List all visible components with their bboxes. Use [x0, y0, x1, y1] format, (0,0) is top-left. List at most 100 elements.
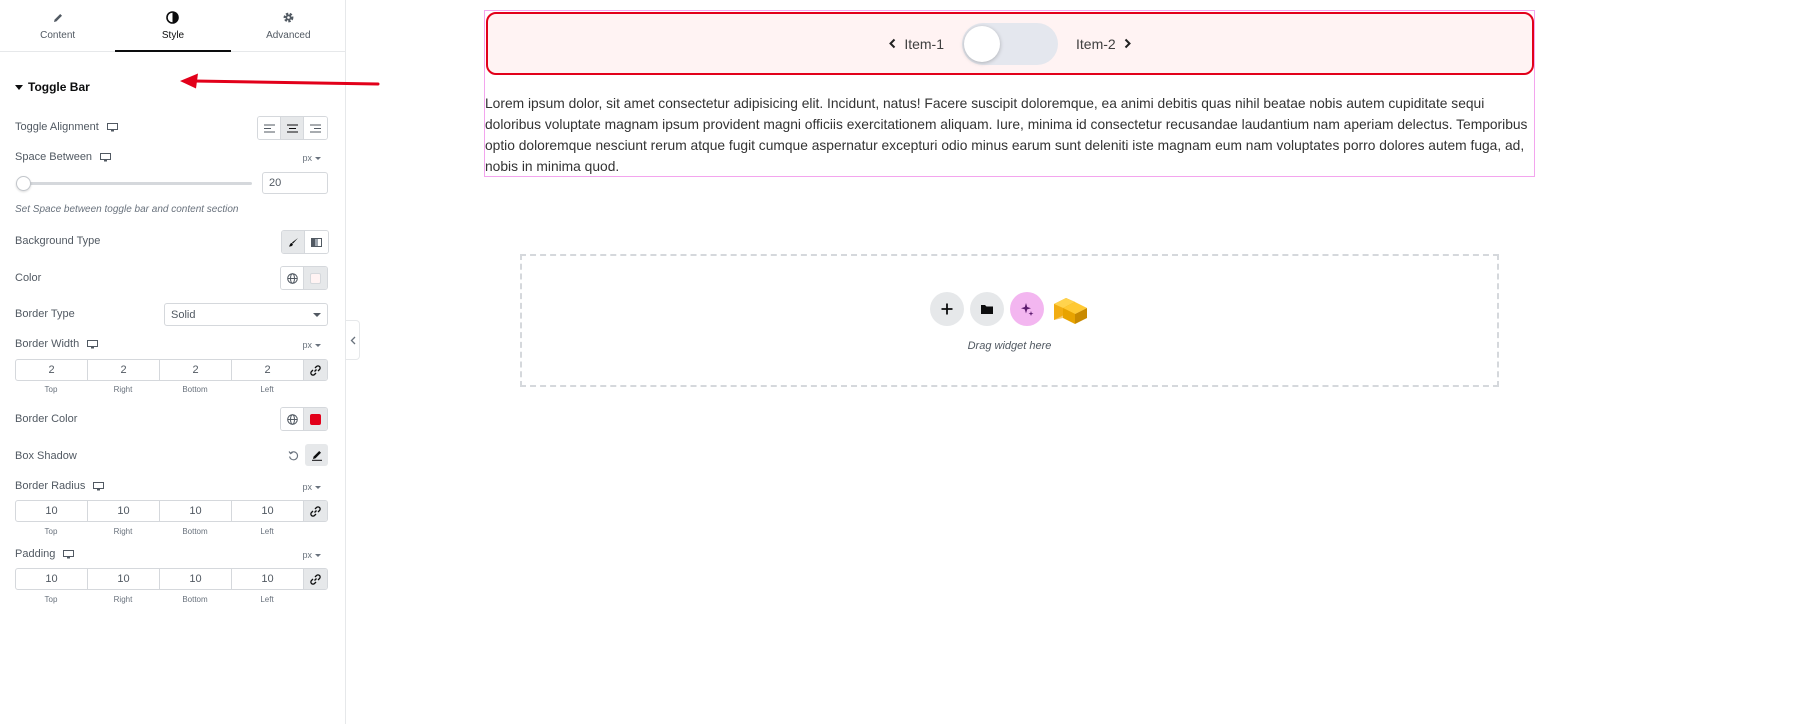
contrast-icon — [166, 11, 180, 25]
color-text: Color — [15, 272, 42, 284]
space-between-input[interactable]: 20 — [262, 172, 328, 194]
toggle-switch-knob — [964, 25, 1000, 62]
reset-icon — [288, 450, 299, 460]
dim-label-right: Right — [113, 385, 133, 394]
global-colors-button[interactable] — [281, 267, 304, 289]
border-width-right[interactable]: 2 — [88, 360, 160, 380]
dim-label-bottom: Bottom — [182, 385, 208, 394]
link-values-button[interactable] — [304, 360, 327, 380]
add-template-button[interactable] — [970, 292, 1004, 326]
add-section-button[interactable] — [930, 292, 964, 326]
chevron-left-icon — [350, 336, 355, 344]
desktop-icon[interactable] — [63, 549, 75, 559]
toggle-item-1-label: Item-1 — [904, 35, 944, 52]
space-between-text: Space Between — [15, 151, 93, 163]
dim-label-right: Right — [113, 595, 133, 604]
padding-dimensions: 10 10 10 10 — [15, 568, 328, 590]
border-color-swatch — [310, 413, 321, 425]
toggle-item-2[interactable]: Item-2 — [1076, 36, 1132, 52]
padding-left[interactable]: 10 — [232, 569, 304, 589]
toggle-item-2-label: Item-2 — [1076, 35, 1116, 52]
chevron-right-icon — [1124, 38, 1131, 49]
global-colors-button[interactable] — [281, 408, 304, 430]
border-radius-top[interactable]: 10 — [16, 501, 88, 521]
desktop-icon[interactable] — [100, 152, 112, 162]
dim-label-top: Top — [44, 527, 58, 536]
tab-style[interactable]: Style — [115, 0, 231, 52]
box-shadow-reset-button[interactable] — [282, 444, 305, 466]
section-toggle-bar[interactable]: Toggle Bar — [15, 80, 90, 94]
align-right-button[interactable] — [304, 117, 327, 139]
align-left-icon — [263, 124, 275, 132]
link-values-button[interactable] — [304, 569, 327, 589]
cube-logo-icon — [1054, 298, 1087, 324]
link-values-button[interactable] — [304, 501, 327, 521]
border-radius-right[interactable]: 10 — [88, 501, 160, 521]
toggle-item-1[interactable]: Item-1 — [888, 36, 944, 52]
border-radius-left[interactable]: 10 — [232, 501, 304, 521]
padding-dim-labels: Top Right Bottom Left — [15, 595, 304, 604]
dim-label-top: Top — [44, 595, 58, 604]
space-between-slider-handle[interactable] — [16, 176, 31, 191]
desktop-icon[interactable] — [87, 339, 99, 349]
border-width-bottom[interactable]: 2 — [160, 360, 232, 380]
unit-label: px — [302, 550, 312, 560]
border-radius-text: Border Radius — [15, 480, 86, 492]
unit-label: px — [302, 482, 312, 492]
box-shadow-edit-button[interactable] — [305, 444, 328, 466]
toggle-content-text: Lorem ipsum dolor, sit amet consectetur … — [485, 96, 1528, 174]
padding-bottom[interactable]: 10 — [160, 569, 232, 589]
background-type-text: Background Type — [15, 235, 101, 247]
align-left-button[interactable] — [258, 117, 281, 139]
toggle-alignment-group — [257, 116, 328, 140]
toggle-switch[interactable] — [962, 22, 1058, 65]
background-gradient-button[interactable] — [305, 231, 328, 253]
border-type-text: Border Type — [15, 308, 75, 320]
border-width-left[interactable]: 2 — [232, 360, 304, 380]
align-center-button[interactable] — [281, 117, 304, 139]
collapse-panel-button[interactable] — [346, 320, 360, 360]
border-type-select[interactable]: Solid — [164, 303, 328, 326]
chevron-down-icon — [313, 312, 321, 317]
annotation-arrow-icon — [180, 73, 380, 89]
background-classic-button[interactable] — [282, 231, 305, 253]
border-radius-bottom[interactable]: 10 — [160, 501, 232, 521]
border-radius-dim-labels: Top Right Bottom Left — [15, 527, 304, 536]
padding-right[interactable]: 10 — [88, 569, 160, 589]
box-shadow-text: Box Shadow — [15, 450, 77, 462]
desktop-icon[interactable] — [93, 481, 105, 491]
pencil-icon — [311, 451, 322, 461]
align-right-icon — [310, 124, 321, 132]
addon-button[interactable] — [1050, 292, 1090, 326]
chevron-down-icon — [315, 343, 321, 347]
toggle-bar: Item-1 Item-2 — [486, 12, 1534, 75]
border-color-picker-button[interactable] — [304, 408, 327, 430]
dim-label-right: Right — [113, 527, 133, 536]
tab-advanced[interactable]: Advanced — [231, 0, 346, 51]
section-title-label: Toggle Bar — [28, 80, 90, 94]
dim-label-left: Left — [260, 385, 274, 394]
tab-advanced-label: Advanced — [266, 29, 311, 41]
tab-content-label: Content — [40, 29, 76, 41]
ai-assistant-button[interactable] — [1010, 292, 1044, 326]
border-width-unit[interactable]: px — [302, 340, 321, 350]
unit-label: px — [302, 153, 312, 163]
background-type-label: Background Type — [15, 235, 100, 247]
toggle-alignment-text: Toggle Alignment — [15, 121, 99, 133]
space-between-unit[interactable]: px — [302, 153, 321, 163]
globe-icon — [286, 413, 298, 425]
dim-label-left: Left — [260, 595, 274, 604]
border-width-top[interactable]: 2 — [16, 360, 88, 380]
color-picker-button[interactable] — [304, 267, 327, 289]
border-radius-unit[interactable]: px — [302, 482, 321, 492]
padding-top[interactable]: 10 — [16, 569, 88, 589]
chevron-down-icon — [315, 485, 321, 489]
unit-label: px — [302, 340, 312, 350]
border-radius-dimensions: 10 10 10 10 — [15, 500, 328, 522]
tab-content[interactable]: Content — [0, 0, 115, 51]
padding-unit[interactable]: px — [302, 550, 321, 560]
space-between-slider-track[interactable] — [24, 182, 252, 185]
border-type-value: Solid — [171, 308, 196, 321]
gear-icon — [281, 11, 295, 25]
desktop-icon[interactable] — [106, 122, 118, 132]
